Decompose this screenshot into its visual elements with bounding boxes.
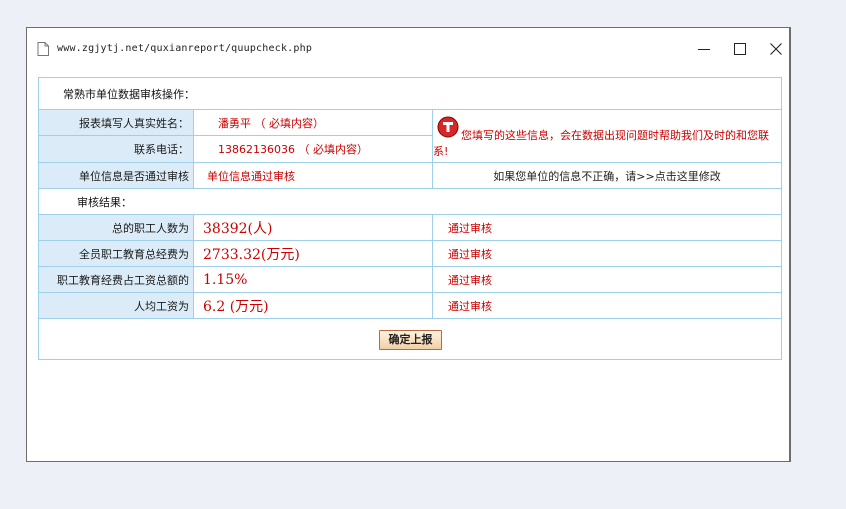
approval-value: 单位信息通过审核 xyxy=(207,169,295,183)
results-title: 审核结果： xyxy=(77,195,132,209)
result-row: 总的职工人数为 38392(人) 通过审核 xyxy=(39,215,781,241)
submit-button[interactable]: 确定上报 xyxy=(379,330,442,350)
phone-value[interactable]: 13862136036 （ 必填内容） xyxy=(218,136,368,162)
result-row: 全员职工教育总经费为 2733.32(万元) 通过审核 xyxy=(39,241,781,267)
close-icon xyxy=(770,43,782,55)
result-label: 总的职工人数为 xyxy=(39,215,194,240)
result-status: 通过审核 xyxy=(448,299,492,313)
results-header-row: 审核结果： xyxy=(39,189,781,215)
result-label: 全员职工教育总经费为 xyxy=(39,241,194,266)
result-status: 通过审核 xyxy=(448,247,492,261)
modify-link[interactable]: 如果您单位的信息不正确，请>>点击这里修改 xyxy=(433,163,781,188)
minimize-button[interactable] xyxy=(692,38,716,60)
popup-window: www.zgjytj.net/quxianreport/quupcheck.ph… xyxy=(26,27,791,462)
hint-cell: 您填写的这些信息，会在数据出现问题时帮助我们及时的和您联系! xyxy=(433,110,781,162)
result-row: 职工教育经费占工资总额的 1.15% 通过审核 xyxy=(39,267,781,293)
column-divider xyxy=(432,215,433,319)
close-button[interactable] xyxy=(764,38,788,60)
page-icon xyxy=(37,42,49,56)
name-label: 报表填写人真实姓名： xyxy=(39,110,194,135)
audit-form: 常熟市单位数据审核操作： 报表填写人真实姓名： 潘勇平 （ 必填内容） 联系电话… xyxy=(38,77,782,360)
hint-text: 您填写的这些信息，会在数据出现问题时帮助我们及时的和您联系! xyxy=(433,129,769,158)
result-status: 通过审核 xyxy=(448,221,492,235)
phone-label: 联系电话： xyxy=(39,136,194,162)
result-value: 6.2 (万元) xyxy=(203,298,269,315)
result-value: 38392(人) xyxy=(203,220,273,237)
result-status: 通过审核 xyxy=(448,273,492,287)
result-row: 人均工资为 6.2 (万元) 通过审核 xyxy=(39,293,781,319)
result-value: 1.15% xyxy=(203,271,248,288)
name-value[interactable]: 潘勇平 （ 必填内容） xyxy=(218,110,324,135)
approval-row: 单位信息是否通过审核 单位信息通过审核 如果您单位的信息不正确，请>>点击这里修… xyxy=(39,163,781,189)
title-bar: www.zgjytj.net/quxianreport/quupcheck.ph… xyxy=(27,28,789,68)
result-label: 职工教育经费占工资总额的 xyxy=(39,267,194,292)
window-url: www.zgjytj.net/quxianreport/quupcheck.ph… xyxy=(57,43,313,54)
result-label: 人均工资为 xyxy=(39,293,194,318)
result-value: 2733.32(万元) xyxy=(203,246,300,263)
minimize-icon xyxy=(698,49,710,50)
section-title: 常熟市单位数据审核操作： xyxy=(63,87,195,101)
form-header-row: 常熟市单位数据审核操作： xyxy=(39,78,781,110)
maximize-icon xyxy=(734,43,746,55)
top-background xyxy=(0,0,846,26)
maximize-button[interactable] xyxy=(728,38,752,60)
approval-label: 单位信息是否通过审核 xyxy=(39,163,194,188)
